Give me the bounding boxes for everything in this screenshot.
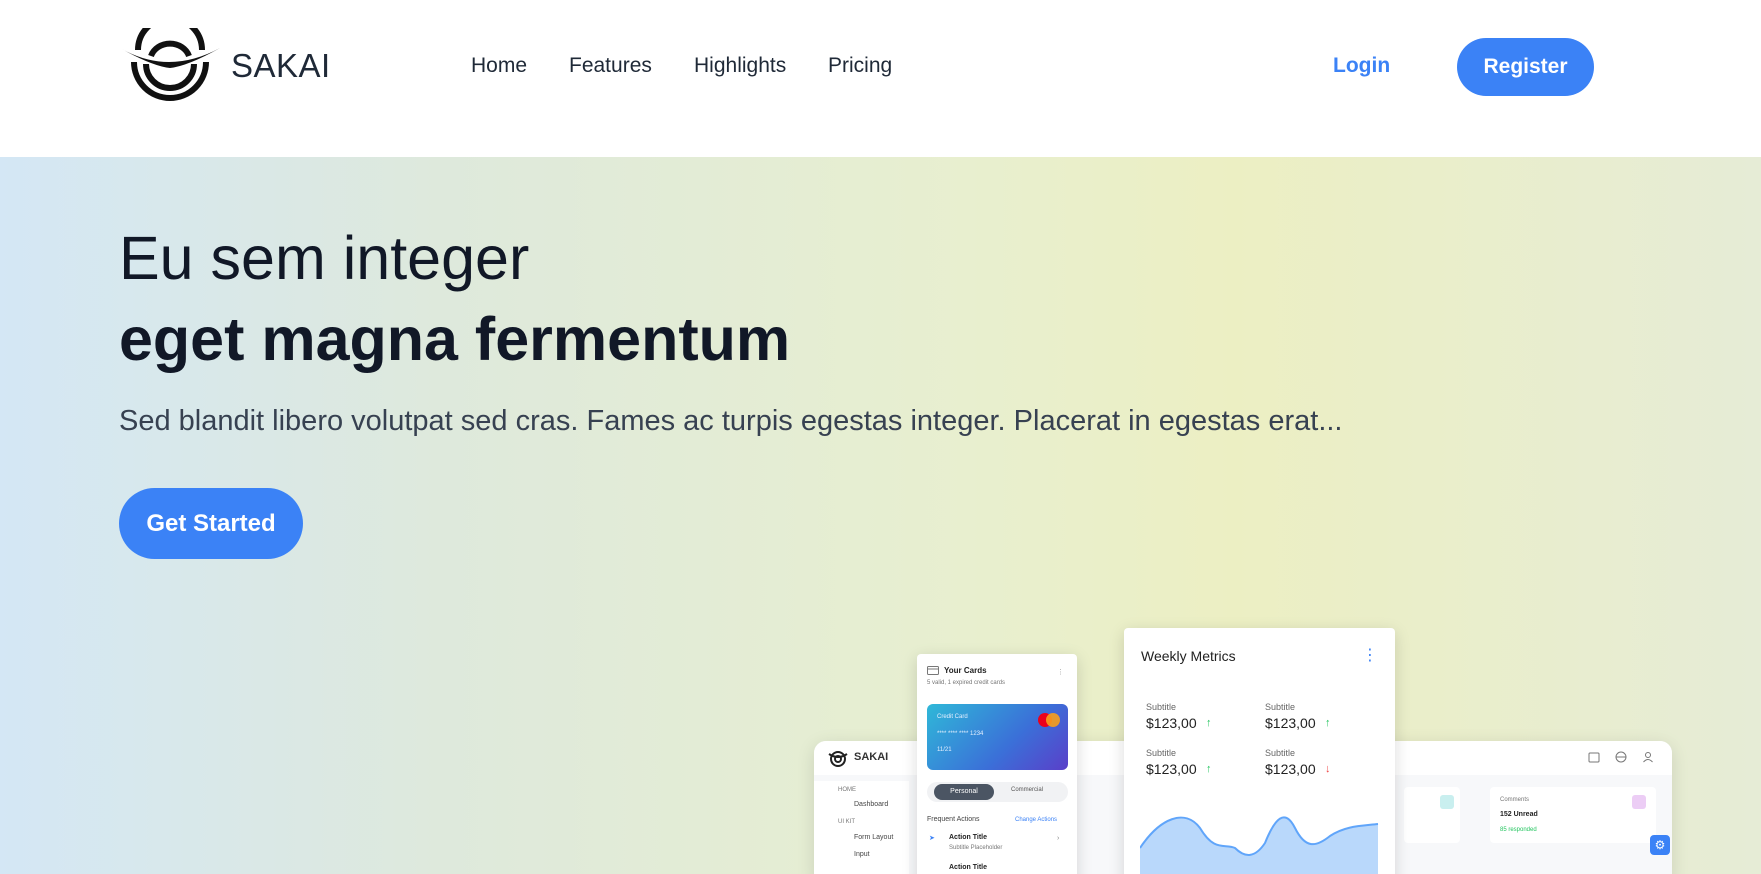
inbox-icon <box>1440 795 1454 809</box>
metric-value: $123,00 <box>1265 715 1316 731</box>
comment-icon <box>1632 795 1646 809</box>
get-started-button[interactable]: Get Started <box>119 488 303 559</box>
calendar-icon <box>1588 752 1600 763</box>
send-icon: ➤ <box>929 835 935 842</box>
mockup-menu-input: Input <box>854 851 870 858</box>
mockup-logo-icon <box>828 751 848 767</box>
change-actions-link: Change Actions <box>1015 817 1058 823</box>
card-number: **** **** **** 1234 <box>937 731 984 737</box>
mockup-menu-form: Form Layout <box>854 834 894 841</box>
more-vertical-icon: ⋮ <box>1057 669 1064 676</box>
card-label: Credit Card <box>937 714 968 720</box>
arrow-down-icon: ↓ <box>1325 763 1331 775</box>
action-subtitle: Subtitle Placeholder <box>949 845 1003 851</box>
arrow-up-icon: ↑ <box>1206 763 1212 775</box>
register-button[interactable]: Register <box>1457 38 1594 96</box>
metric-label: Subtitle <box>1146 702 1177 712</box>
metric-value: $123,00 <box>1265 761 1316 777</box>
hero-section: Eu sem integer eget magna fermentum Sed … <box>0 157 1761 874</box>
comments-sub: 85 responded <box>1500 827 1537 833</box>
comments-label: Comments <box>1500 797 1530 803</box>
mockup-menu-home: HOME <box>838 787 856 793</box>
cards-panel-mockup: Your Cards 5 valid, 1 expired credit car… <box>917 654 1077 874</box>
mockup-menu-dashboard: Dashboard <box>854 801 889 808</box>
hero-title-bold: eget magna fermentum <box>119 305 791 373</box>
metrics-area-chart <box>1140 816 1379 874</box>
card-expiry: 11/21 <box>937 747 952 753</box>
tab-personal: Personal <box>934 784 994 800</box>
metric-label: Subtitle <box>1265 748 1296 758</box>
metric-label: Subtitle <box>1146 748 1177 758</box>
card-type-toggle: Personal Commercial <box>927 782 1068 802</box>
action-title-2: Action Title <box>949 864 987 871</box>
globe-icon <box>1615 751 1627 763</box>
metric-label: Subtitle <box>1265 702 1296 712</box>
nav-home[interactable]: Home <box>471 54 527 78</box>
frequent-actions-label: Frequent Actions <box>927 816 980 823</box>
mockup-stat-card <box>1404 787 1460 843</box>
arrow-up-icon: ↑ <box>1206 717 1212 729</box>
cards-subtitle: 5 valid, 1 expired credit cards <box>927 680 1006 686</box>
credit-card-icon <box>927 666 939 675</box>
comments-value: 152 Unread <box>1500 811 1538 818</box>
weekly-metrics-mockup: Weekly Metrics ⋮ Subtitle $123,00 ↑ Subt… <box>1124 628 1395 874</box>
mockup-menu-uikit: UI KIT <box>838 819 856 825</box>
more-vertical-icon: ⋮ <box>1362 647 1378 664</box>
arrow-up-icon: ↑ <box>1325 717 1331 729</box>
tab-commercial: Commercial <box>1011 787 1044 793</box>
gear-icon: ⚙ <box>1650 835 1670 855</box>
nav-pricing[interactable]: Pricing <box>828 54 892 78</box>
top-bar: SAKAI Home Features Highlights Pricing L… <box>0 0 1761 157</box>
mastercard-icon <box>1038 713 1060 727</box>
nav-highlights[interactable]: Highlights <box>694 54 786 78</box>
nav-features[interactable]: Features <box>569 54 652 78</box>
mockup-sidebar: HOME Dashboard UI KIT Form Layout Input <box>814 781 909 874</box>
cards-title: Your Cards <box>944 666 987 675</box>
action-title: Action Title <box>949 834 987 841</box>
metric-value: $123,00 <box>1146 761 1197 777</box>
brand-name: SAKAI <box>231 47 331 84</box>
sakai-logo-icon[interactable] <box>118 28 222 106</box>
login-link[interactable]: Login <box>1333 54 1390 78</box>
credit-card-visual: Credit Card **** **** **** 1234 11/21 <box>927 704 1068 770</box>
hero-title-light: Eu sem integer <box>119 224 530 292</box>
metrics-title: Weekly Metrics <box>1141 648 1236 664</box>
mockup-comments-card: Comments 152 Unread 85 responded <box>1490 787 1656 843</box>
chevron-right-icon: › <box>1057 835 1060 842</box>
mockup-brand: SAKAI <box>854 751 889 763</box>
hero-subtitle: Sed blandit libero volutpat sed cras. Fa… <box>119 405 1343 437</box>
user-icon <box>1643 752 1653 763</box>
metric-value: $123,00 <box>1146 715 1197 731</box>
